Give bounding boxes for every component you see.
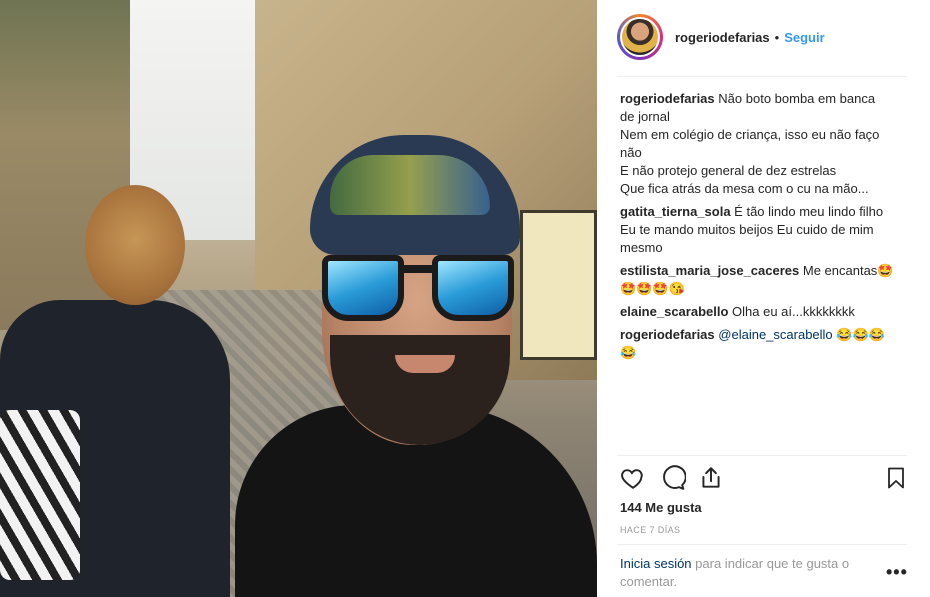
comment-line: rogeriodefarias @elaine_scarabello 😂😂😂	[620, 326, 910, 344]
avatar-story-ring[interactable]	[617, 14, 663, 60]
comment-text: Olha eu aí...kkkkkkkk	[732, 304, 855, 319]
comment-mention[interactable]: @elaine_scarabello	[718, 327, 832, 342]
avatar[interactable]	[620, 17, 660, 57]
comment-line: 🤩🤩🤩😘	[620, 281, 685, 296]
list-item: gatita_tierna_sola É tão lindo meu lindo…	[620, 203, 910, 257]
photo-woman-hair	[85, 185, 185, 305]
bookmark-icon[interactable]	[884, 465, 908, 491]
list-item: estilista_maria_jose_caceres Me encantas…	[620, 262, 910, 298]
comment-text: Me encantas🤩	[802, 263, 894, 278]
list-item: rogeriodefarias @elaine_scarabello 😂😂😂 😂	[620, 326, 910, 362]
login-prompt: Inicia sesión para indicar que te gusta …	[620, 555, 880, 591]
caption-line-2: de jornal	[620, 109, 670, 124]
caption-line-6: Que fica atrás da mesa com o cu na mão..…	[620, 181, 869, 196]
header-username[interactable]: rogeriodefarias	[675, 30, 770, 45]
caption-text: Não boto bomba em banca	[718, 91, 876, 106]
comment-line: elaine_scarabello Olha eu aí...kkkkkkkk	[620, 303, 910, 321]
comment-line: mesmo	[620, 240, 663, 255]
more-options-icon[interactable]: •••	[886, 562, 908, 583]
caption-line-5: E não protejo general de dez estrelas	[620, 163, 837, 178]
post-info-panel: rogeriodefarias • Seguir rogeriodefarias…	[597, 0, 930, 597]
caption-line-4: não	[620, 145, 642, 160]
sunglasses-left-lens	[322, 255, 404, 321]
post-photo[interactable]	[0, 0, 597, 597]
list-item: elaine_scarabello Olha eu aí...kkkkkkkk	[620, 303, 910, 321]
comment-text: É tão lindo meu lindo filho	[734, 204, 884, 219]
post-timestamp[interactable]: HACE 7 DÍAS	[620, 525, 680, 535]
caption-line-3: Nem em colégio de criança, isso eu não f…	[620, 127, 880, 142]
sunglasses-bridge	[402, 265, 434, 273]
actions-divider	[617, 455, 907, 456]
comment-username[interactable]: elaine_scarabello	[620, 304, 728, 319]
comment-line: 😂	[620, 345, 637, 360]
photo-shop-sign	[520, 210, 597, 360]
share-icon[interactable]	[698, 465, 724, 491]
photo-bag	[0, 410, 80, 580]
likes-count[interactable]: 144 Me gusta	[620, 500, 702, 515]
header-divider	[617, 76, 907, 77]
comment-username[interactable]: estilista_maria_jose_caceres	[620, 263, 799, 278]
comment-username[interactable]: rogeriodefarias	[620, 327, 715, 342]
photo-man-mouth	[395, 355, 455, 373]
caption-line-1: rogeriodefarias Não boto bomba em banca	[620, 90, 910, 108]
action-bar	[620, 465, 910, 491]
photo-sunglasses	[322, 255, 517, 325]
login-divider	[617, 544, 907, 545]
comment-line: Eu te mando muitos beijos Eu cuido de mi…	[620, 222, 874, 237]
sunglasses-right-lens	[432, 255, 514, 321]
comment-text: 😂😂😂	[836, 327, 885, 342]
header-separator: •	[774, 29, 780, 45]
heart-icon[interactable]	[620, 465, 646, 491]
post-header: rogeriodefarias • Seguir	[617, 14, 825, 60]
comment-username[interactable]: gatita_tierna_sola	[620, 204, 731, 219]
follow-button[interactable]: Seguir	[784, 30, 824, 45]
login-link[interactable]: Inicia sesión	[620, 556, 692, 571]
caption: rogeriodefarias Não boto bomba em banca …	[620, 90, 910, 198]
speech-bubble-icon[interactable]	[660, 465, 686, 491]
caption-username[interactable]: rogeriodefarias	[620, 91, 715, 106]
photo-cap-print	[330, 155, 490, 215]
comment-line: gatita_tierna_sola É tão lindo meu lindo…	[620, 203, 910, 221]
comment-line: estilista_maria_jose_caceres Me encantas…	[620, 262, 910, 280]
comments-list: rogeriodefarias Não boto bomba em banca …	[620, 90, 910, 367]
